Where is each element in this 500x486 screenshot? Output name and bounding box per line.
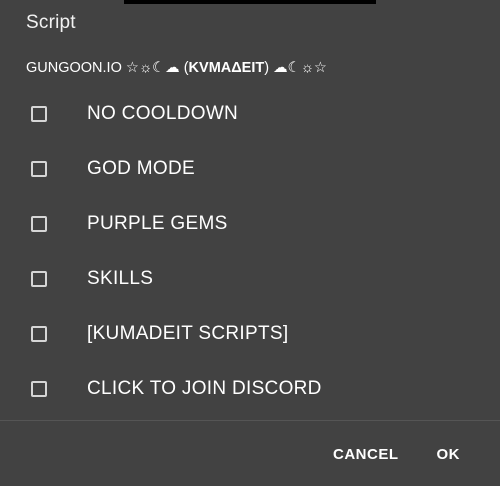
ok-button[interactable]: OK xyxy=(427,438,471,471)
checkbox[interactable] xyxy=(31,215,47,232)
subtitle-prefix: GUNGOON.IO ☆☼☾☁ ( xyxy=(26,60,189,76)
option-god-mode[interactable]: GOD MODE xyxy=(0,141,500,196)
dialog-actions: CANCEL OK xyxy=(323,430,500,478)
top-status-bar xyxy=(124,0,376,4)
checkbox[interactable] xyxy=(31,380,47,397)
option-label: SKILLS xyxy=(87,267,154,289)
option-join-discord[interactable]: CLICK TO JOIN DISCORD xyxy=(0,361,500,416)
checkbox[interactable] xyxy=(31,325,47,342)
actions-divider xyxy=(0,420,500,421)
script-dialog: Script GUNGOON.IO ☆☼☾☁ (KVMAΔEIT) ☁☾☼☆ N… xyxy=(0,0,500,486)
option-label: GOD MODE xyxy=(87,157,195,179)
option-label: CLICK TO JOIN DISCORD xyxy=(87,377,322,399)
checkbox[interactable] xyxy=(31,105,47,122)
option-no-cooldown[interactable]: NO COOLDOWN xyxy=(0,86,500,141)
subtitle-bold: KVMAΔEIT xyxy=(188,60,265,76)
option-label: PURPLE GEMS xyxy=(87,212,228,234)
subtitle-suffix: ) ☁☾☼☆ xyxy=(264,60,327,76)
checkbox[interactable] xyxy=(31,160,47,177)
option-label: NO COOLDOWN xyxy=(87,102,239,124)
option-label: [KUMADEIT SCRIPTS] xyxy=(87,322,289,344)
dialog-title: Script xyxy=(26,12,76,33)
option-skills[interactable]: SKILLS xyxy=(0,251,500,306)
options-list: NO COOLDOWN GOD MODE PURPLE GEMS SKILLS … xyxy=(0,86,500,416)
dialog-subtitle: GUNGOON.IO ☆☼☾☁ (KVMAΔEIT) ☁☾☼☆ xyxy=(26,60,327,76)
checkbox[interactable] xyxy=(31,270,47,287)
cancel-button[interactable]: CANCEL xyxy=(323,438,409,471)
option-kumadeit-scripts[interactable]: [KUMADEIT SCRIPTS] xyxy=(0,306,500,361)
option-purple-gems[interactable]: PURPLE GEMS xyxy=(0,196,500,251)
